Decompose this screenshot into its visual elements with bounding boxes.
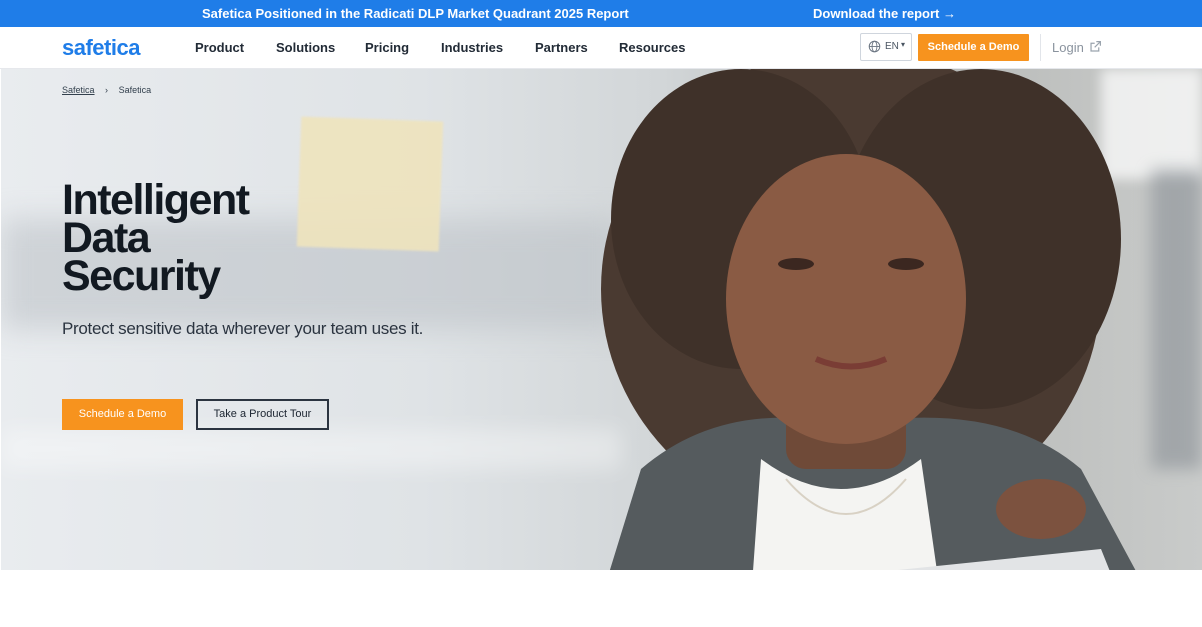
product-tour-button[interactable]: Take a Product Tour [196, 399, 329, 430]
globe-icon [868, 40, 881, 53]
breadcrumb-item-home[interactable]: Safetica [62, 85, 95, 95]
nav-schedule-demo-button[interactable]: Schedule a Demo [918, 34, 1029, 61]
hero-subtitle: Protect sensitive data wherever your tea… [62, 319, 424, 338]
hero-title: Intelligent Data Security [62, 179, 362, 300]
breadcrumb: Safetica › Safetica [62, 85, 151, 95]
nav-item-solutions[interactable]: Solutions [276, 40, 335, 55]
main-navbar: safetica Product Solutions Pricing Indus… [0, 27, 1202, 69]
chevron-down-icon: ▾ [901, 40, 906, 49]
hero-schedule-demo-button[interactable]: Schedule a Demo [62, 399, 183, 430]
nav-item-resources[interactable]: Resources [619, 40, 685, 55]
announcement-text[interactable]: Safetica Positioned in the Radicati DLP … [202, 6, 629, 21]
announcement-bar: Safetica Positioned in the Radicati DLP … [0, 0, 1202, 27]
external-link-icon[interactable] [1089, 40, 1102, 53]
hero-section: Safetica › Safetica Intelligent Data Sec… [1, 69, 1202, 570]
hero-person-image [601, 69, 1136, 570]
nav-item-product[interactable]: Product [195, 40, 244, 55]
nav-item-pricing[interactable]: Pricing [365, 40, 409, 55]
breadcrumb-separator-icon: › [105, 85, 109, 95]
background-blur [1, 429, 621, 469]
language-code: EN [885, 41, 899, 52]
language-selector[interactable]: EN ▾ [860, 33, 912, 61]
login-link[interactable]: Login [1052, 40, 1084, 55]
hero-title-line: Security [62, 252, 221, 300]
safetica-logo[interactable]: safetica [62, 35, 140, 61]
download-report-link[interactable]: Download the report → [813, 6, 956, 21]
nav-divider [1040, 34, 1041, 61]
nav-item-partners[interactable]: Partners [535, 40, 588, 55]
breadcrumb-item-current: Safetica [118, 85, 152, 95]
nav-item-industries[interactable]: Industries [441, 40, 503, 55]
